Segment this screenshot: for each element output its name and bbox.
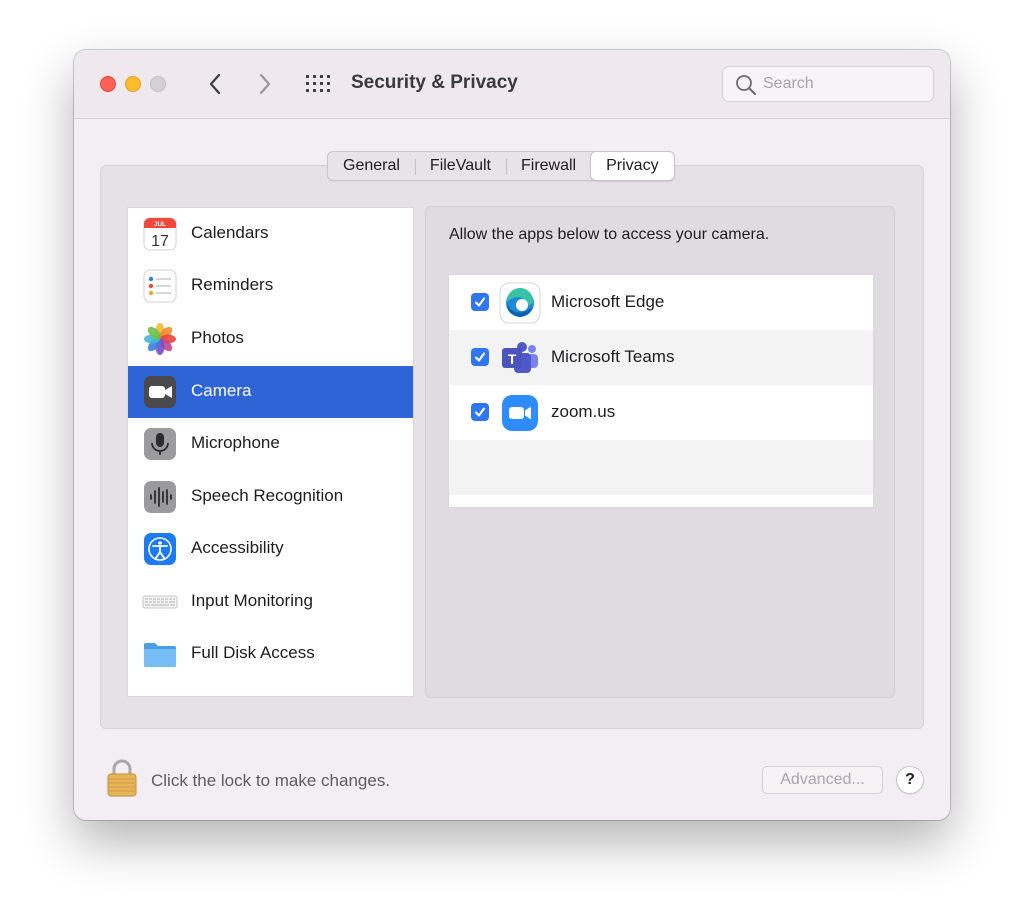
grid-icon (306, 75, 330, 92)
search-icon (736, 75, 756, 95)
reminders-icon (142, 268, 178, 304)
back-button[interactable] (200, 70, 230, 98)
sidebar-item-camera[interactable]: Camera (128, 366, 413, 418)
sidebar-item-reminders[interactable]: Reminders (128, 260, 413, 312)
sidebar-item-partial[interactable] (128, 681, 413, 696)
calendar-icon: JUL 17 (142, 216, 178, 252)
app-row-microsoft-edge[interactable]: Microsoft Edge (449, 275, 873, 330)
advanced-button[interactable]: Advanced... (762, 766, 883, 794)
tab-bar: General FileVault Firewall Privacy (327, 151, 675, 181)
forward-button[interactable] (250, 70, 280, 98)
microsoft-teams-icon: T (499, 337, 541, 379)
show-all-button[interactable] (302, 70, 334, 98)
sidebar-item-label: Calendars (191, 223, 269, 242)
zoom-icon (499, 392, 541, 434)
svg-text:17: 17 (151, 233, 169, 250)
chevron-right-icon (259, 73, 271, 95)
tab-privacy[interactable]: Privacy (591, 152, 674, 180)
keyboard-icon (142, 584, 178, 620)
checkmark-icon (475, 407, 485, 417)
sidebar-item-label: Microphone (191, 433, 280, 452)
zoom-checkbox[interactable] (471, 403, 489, 421)
title-bar: Security & Privacy (74, 50, 950, 119)
app-name: Microsoft Teams (551, 347, 675, 366)
photos-icon (142, 321, 178, 357)
accessibility-icon (142, 531, 178, 567)
sidebar-item-calendars[interactable]: JUL 17 Calendars (128, 208, 413, 260)
camera-app-list[interactable]: Microsoft Edge T Microsoft Teams zoom.us (448, 274, 874, 508)
sidebar-item-full-disk-access[interactable]: Full Disk Access (128, 628, 413, 680)
close-window-button[interactable] (100, 76, 116, 92)
sidebar-item-speech-recognition[interactable]: Speech Recognition (128, 471, 413, 523)
svg-text:JUL: JUL (154, 221, 166, 228)
privacy-category-list[interactable]: JUL 17 Calendars Reminders Photos Camera… (127, 207, 414, 697)
folder-icon (142, 636, 178, 672)
help-button[interactable]: ? (896, 766, 924, 794)
zoom-window-button[interactable] (150, 76, 166, 92)
svg-text:T: T (508, 351, 517, 367)
sidebar-item-photos[interactable]: Photos (128, 313, 413, 365)
minimize-window-button[interactable] (125, 76, 141, 92)
sidebar-item-input-monitoring[interactable]: Input Monitoring (128, 576, 413, 628)
lock-message: Click the lock to make changes. (151, 771, 391, 790)
chevron-left-icon (209, 73, 221, 95)
tab-firewall[interactable]: Firewall (505, 152, 591, 180)
folder-icon (142, 689, 178, 696)
sidebar-item-label: Photos (191, 328, 244, 347)
search-field[interactable] (722, 66, 934, 102)
tab-general[interactable]: General (328, 152, 415, 180)
speech-recognition-icon (142, 479, 178, 515)
system-preferences-window: Security & Privacy General FileVault Fir… (74, 50, 950, 820)
tab-filevault[interactable]: FileVault (414, 152, 506, 180)
microsoft-edge-icon (499, 282, 541, 324)
sidebar-item-label: Camera (191, 381, 252, 400)
search-input[interactable] (763, 73, 923, 95)
app-row-zoom[interactable]: zoom.us (449, 385, 873, 440)
sidebar-item-accessibility[interactable]: Accessibility (128, 523, 413, 575)
camera-icon (142, 374, 178, 410)
sidebar-item-label: Speech Recognition (191, 486, 344, 505)
app-name: Microsoft Edge (551, 292, 665, 311)
window-title: Security & Privacy (351, 72, 518, 93)
sidebar-item-label: Accessibility (191, 538, 284, 557)
lock-button[interactable] (106, 758, 138, 803)
sidebar-item-microphone[interactable]: Microphone (128, 418, 413, 470)
sidebar-item-label: Input Monitoring (191, 591, 313, 610)
sidebar-item-label: Full Disk Access (191, 643, 315, 662)
camera-detail-pane: Allow the apps below to access your came… (425, 206, 895, 698)
checkmark-icon (475, 352, 485, 362)
lock-icon (107, 759, 137, 797)
empty-row (449, 440, 873, 495)
checkmark-icon (475, 297, 485, 307)
camera-access-description: Allow the apps below to access your came… (449, 226, 770, 243)
app-name: zoom.us (551, 402, 616, 421)
microsoft-teams-checkbox[interactable] (471, 348, 489, 366)
microphone-icon (142, 426, 178, 462)
microsoft-edge-checkbox[interactable] (471, 293, 489, 311)
app-row-microsoft-teams[interactable]: T Microsoft Teams (449, 330, 873, 385)
sidebar-item-label: Reminders (191, 275, 274, 294)
